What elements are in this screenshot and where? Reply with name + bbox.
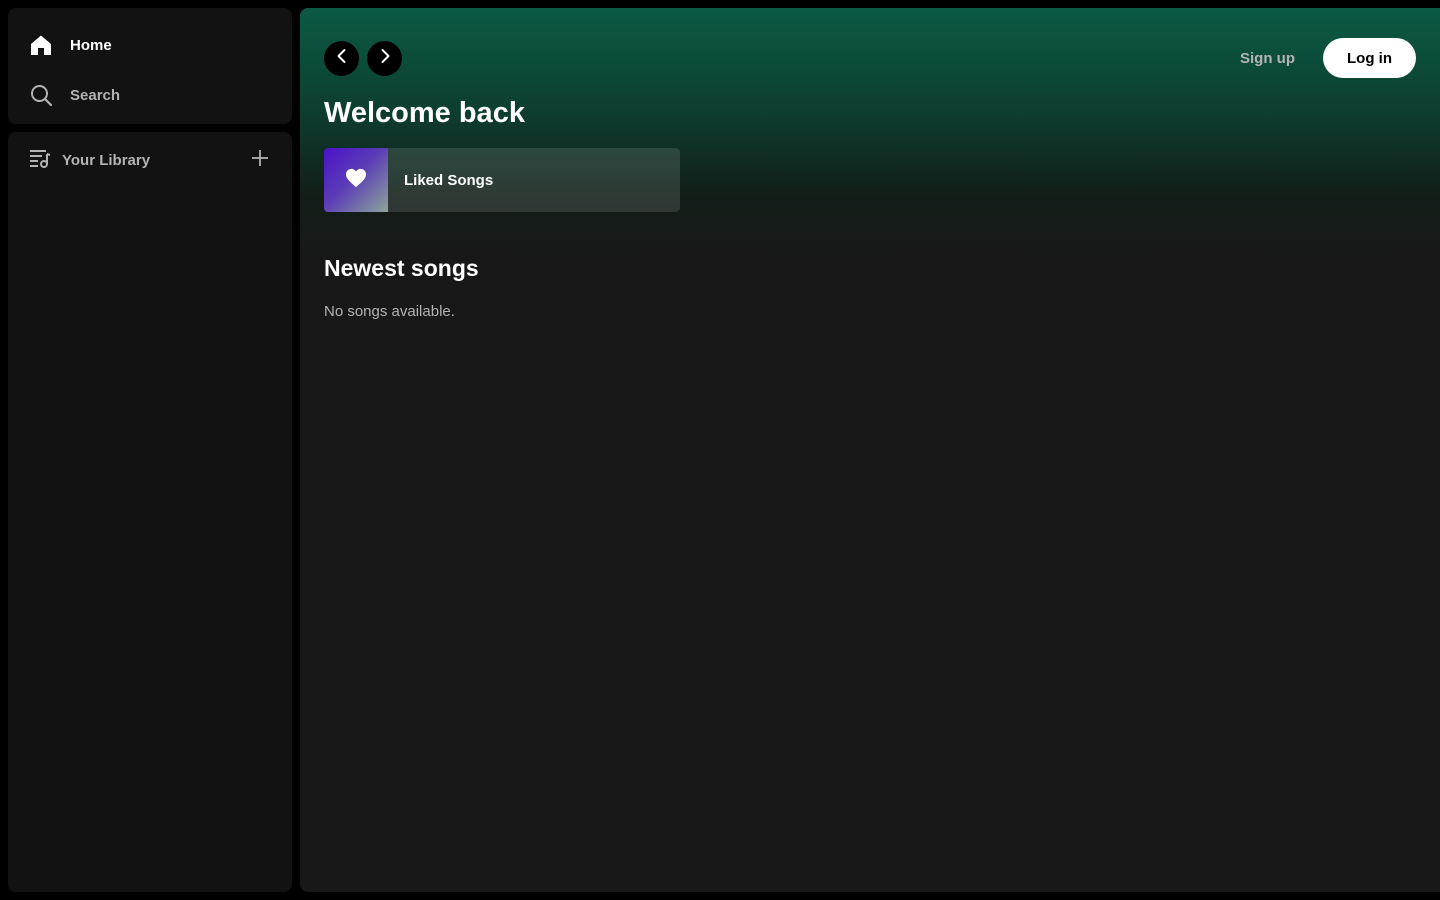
main-view: Sign up Log in Welcome back Liked Songs … xyxy=(300,8,1440,892)
back-button[interactable] xyxy=(324,40,359,76)
sidebar-item-search[interactable]: Search xyxy=(28,70,280,120)
sidebar-item-label: Home xyxy=(70,36,112,54)
auth-actions: Sign up Log in xyxy=(1240,38,1416,78)
chevron-left-icon xyxy=(334,48,350,69)
liked-songs-label: Liked Songs xyxy=(404,171,494,189)
sidebar-nav: Home Search xyxy=(8,8,292,124)
signup-button[interactable]: Sign up xyxy=(1240,50,1295,67)
forward-button[interactable] xyxy=(367,40,402,76)
create-playlist-button[interactable] xyxy=(248,148,272,172)
chevron-right-icon xyxy=(377,48,393,69)
top-bar: Sign up Log in xyxy=(324,38,1416,78)
page-title: Welcome back xyxy=(324,97,525,129)
search-icon xyxy=(28,82,54,108)
sidebar-item-home[interactable]: Home xyxy=(28,20,280,70)
library-label: Your Library xyxy=(62,151,151,169)
heart-icon xyxy=(345,168,367,193)
library-panel: Your Library xyxy=(8,132,292,892)
section-title: Newest songs xyxy=(324,255,479,281)
login-button[interactable]: Log in xyxy=(1323,38,1416,78)
home-icon xyxy=(28,32,54,58)
history-nav xyxy=(324,40,402,76)
library-toggle[interactable]: Your Library xyxy=(28,146,150,175)
liked-songs-shortcut[interactable]: Liked Songs xyxy=(324,148,680,212)
library-icon xyxy=(28,146,52,175)
empty-state-message: No songs available. xyxy=(324,303,455,320)
app-root: Home Search Your Library Sign up Log in … xyxy=(0,0,1440,900)
sidebar-item-label: Search xyxy=(70,86,121,104)
liked-songs-art xyxy=(324,148,388,212)
library-header: Your Library xyxy=(8,132,292,188)
plus-icon xyxy=(251,149,269,172)
